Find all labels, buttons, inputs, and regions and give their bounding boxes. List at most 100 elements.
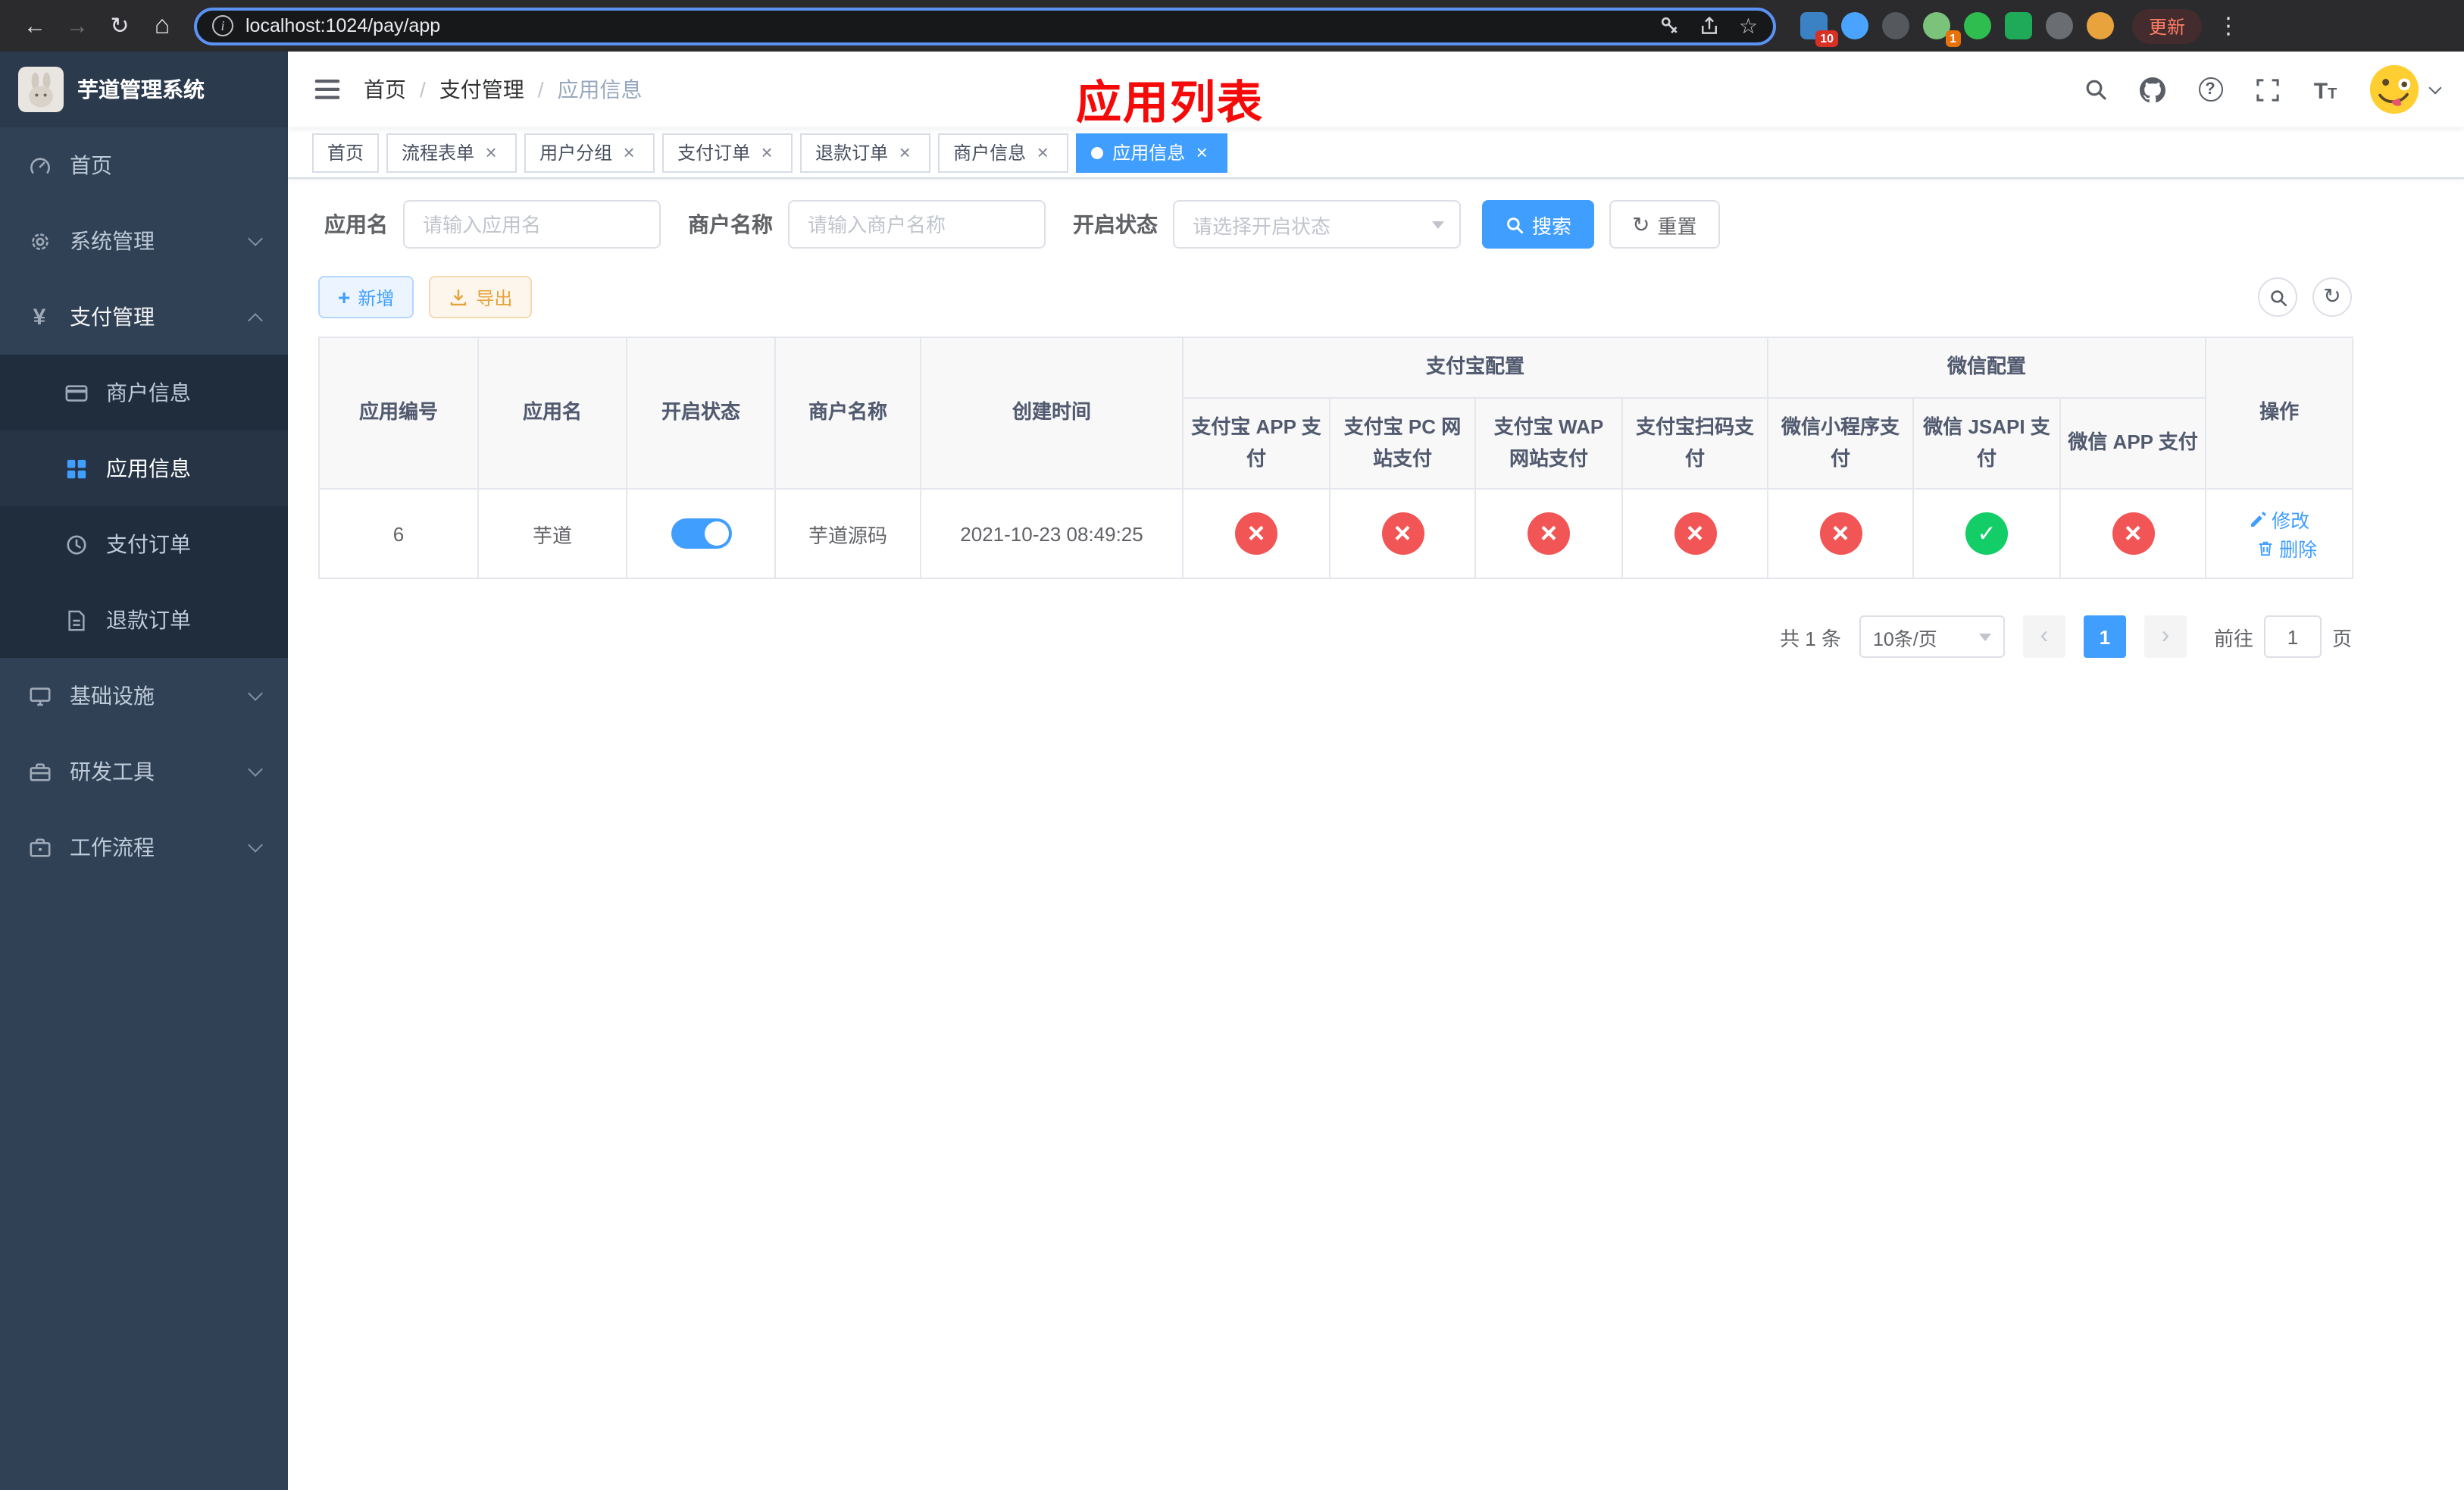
- site-info-icon[interactable]: [212, 15, 233, 36]
- app-logo[interactable]: 芋道管理系统: [0, 52, 288, 127]
- extension-icon-6[interactable]: [2005, 12, 2032, 39]
- reset-button[interactable]: 重置: [1609, 200, 1720, 249]
- search-form: 应用名 商户名称 开启状态 请选择开启状态 搜索 重置: [318, 200, 2434, 249]
- cell-actions: 修改 删除: [2205, 488, 2354, 579]
- breadcrumb-separator: [420, 77, 426, 102]
- status-toggle[interactable]: [671, 518, 731, 549]
- close-icon[interactable]: [894, 142, 915, 163]
- browser-menu-icon[interactable]: [2205, 12, 2243, 39]
- extension-icon-5[interactable]: [1964, 12, 1991, 39]
- bookmark-star-icon[interactable]: [1739, 13, 1758, 39]
- chevron-down-icon: [248, 686, 263, 701]
- sidebar-item-home[interactable]: 首页: [0, 127, 288, 203]
- page-number-1[interactable]: 1: [2083, 615, 2126, 658]
- chevron-down-icon: [1432, 221, 1444, 228]
- delete-link[interactable]: 删除: [2256, 534, 2317, 562]
- col-header-id: 应用编号: [318, 337, 479, 490]
- merchant-name-input[interactable]: [788, 200, 1046, 249]
- close-icon[interactable]: [618, 142, 639, 163]
- sidebar-item-infrastructure[interactable]: 基础设施: [0, 658, 288, 734]
- fullscreen-icon[interactable]: [2253, 75, 2282, 104]
- sidebar-item-pay-order[interactable]: 支付订单: [0, 506, 288, 582]
- tab-merchant-info[interactable]: 商户信息: [938, 133, 1069, 172]
- translate-badge: 1: [1945, 30, 1961, 47]
- browser-profile-avatar[interactable]: [2087, 12, 2114, 39]
- browser-home-icon[interactable]: [142, 6, 182, 45]
- tab-pay-order[interactable]: 支付订单: [662, 133, 793, 172]
- col-group-alipay: 支付宝配置: [1181, 337, 1769, 399]
- status-select[interactable]: 请选择开启状态: [1173, 200, 1461, 249]
- chevron-down-icon: [1978, 633, 1991, 640]
- search-icon: [2270, 290, 2287, 306]
- sidebar-item-workflow[interactable]: 工作流程: [0, 809, 288, 885]
- extension-icon-3[interactable]: [1882, 12, 1909, 39]
- edit-icon: [2251, 511, 2266, 526]
- status-wx-mini: [1819, 512, 1862, 555]
- sidebar-item-label: 支付订单: [106, 532, 191, 556]
- sidebar-item-system-mgmt[interactable]: 系统管理: [0, 203, 288, 279]
- font-size-icon[interactable]: [2311, 75, 2340, 104]
- main-panel: 首页 支付管理 应用信息 应用列表: [288, 52, 2464, 1490]
- total-count: 共 1 条: [1780, 627, 1841, 650]
- search-icon[interactable]: [2081, 75, 2109, 104]
- sidebar: 芋道管理系统 首页 系统管理 支付管理: [0, 52, 288, 1490]
- sidebar-item-refund-order[interactable]: 退款订单: [0, 582, 288, 658]
- tab-app-info[interactable]: 应用信息: [1076, 133, 1228, 172]
- extensions-pin-icon[interactable]: [2046, 12, 2073, 39]
- browser-reload-icon[interactable]: [100, 6, 139, 45]
- sidebar-item-dev-tools[interactable]: 研发工具: [0, 734, 288, 809]
- grid-icon: [64, 456, 88, 480]
- close-icon[interactable]: [1032, 142, 1053, 163]
- github-icon[interactable]: [2138, 75, 2167, 104]
- app-name-label: 应用名: [324, 212, 388, 236]
- tab-home[interactable]: 首页: [312, 133, 380, 172]
- address-bar[interactable]: localhost:1024/pay/app: [194, 7, 1776, 45]
- sidebar-item-merchant-info[interactable]: 商户信息: [0, 355, 288, 430]
- sidebar-item-label: 支付管理: [70, 305, 155, 329]
- cell-merchant: 芋道源码: [774, 488, 921, 579]
- password-key-icon[interactable]: [1660, 15, 1681, 36]
- sidebar-item-payment-mgmt[interactable]: 支付管理: [0, 279, 288, 355]
- sidebar-item-app-info[interactable]: 应用信息: [0, 430, 288, 506]
- col-header-name: 应用名: [477, 337, 627, 490]
- sidebar-toggle-icon[interactable]: [312, 74, 342, 105]
- browser-back-icon[interactable]: [15, 6, 55, 45]
- close-icon[interactable]: [1191, 142, 1212, 163]
- search-button[interactable]: 搜索: [1482, 200, 1595, 249]
- refresh-table-button[interactable]: [2312, 277, 2352, 317]
- app-table-wrap: 应用编号 应用名 开启状态 商户名称 创建时间 支付宝配置 微信配置 操作 支付…: [318, 337, 2354, 658]
- url-text[interactable]: localhost:1024/pay/app: [245, 15, 1648, 36]
- close-icon[interactable]: [756, 142, 777, 163]
- plus-icon: [338, 285, 350, 309]
- chrome-update-button[interactable]: 更新: [2132, 8, 2203, 43]
- tab-user-group[interactable]: 用户分组: [524, 133, 655, 172]
- edit-link[interactable]: 修改: [2249, 505, 2309, 534]
- app-name-input[interactable]: [403, 200, 661, 249]
- extension-icon-2[interactable]: [1841, 12, 1868, 39]
- browser-toolbar: localhost:1024/pay/app 10 1 更新: [0, 0, 2464, 52]
- help-icon[interactable]: [2196, 75, 2225, 104]
- status-alipay-scan: [1674, 512, 1716, 555]
- yen-icon: [27, 305, 52, 329]
- page-size-select[interactable]: 10条/页: [1859, 615, 2005, 658]
- sidebar-item-label: 系统管理: [70, 229, 155, 253]
- add-button[interactable]: 新增: [318, 276, 414, 318]
- next-page-button[interactable]: [2143, 615, 2187, 658]
- breadcrumb-home[interactable]: 首页: [364, 74, 406, 105]
- share-icon[interactable]: [1699, 15, 1721, 36]
- breadcrumb-section[interactable]: 支付管理: [439, 74, 524, 105]
- prev-page-button[interactable]: [2022, 615, 2065, 658]
- extension-icon-4[interactable]: 1: [1923, 12, 1961, 47]
- tab-process-form[interactable]: 流程表单: [386, 133, 518, 172]
- user-avatar[interactable]: [2369, 64, 2442, 115]
- browser-forward-icon[interactable]: [58, 6, 97, 45]
- app-header: 首页 支付管理 应用信息 应用列表: [288, 52, 2464, 129]
- screen: localhost:1024/pay/app 10 1 更新 芋道管理系统: [0, 0, 2464, 1490]
- goto-page-input[interactable]: [2263, 615, 2322, 658]
- close-icon[interactable]: [480, 142, 502, 163]
- col-header-merchant: 商户名称: [774, 337, 921, 490]
- tab-refund-order[interactable]: 退款订单: [800, 133, 931, 172]
- toggle-search-button[interactable]: [2258, 277, 2297, 317]
- extension-icon-1[interactable]: 10: [1800, 12, 1838, 47]
- export-button[interactable]: 导出: [429, 276, 533, 318]
